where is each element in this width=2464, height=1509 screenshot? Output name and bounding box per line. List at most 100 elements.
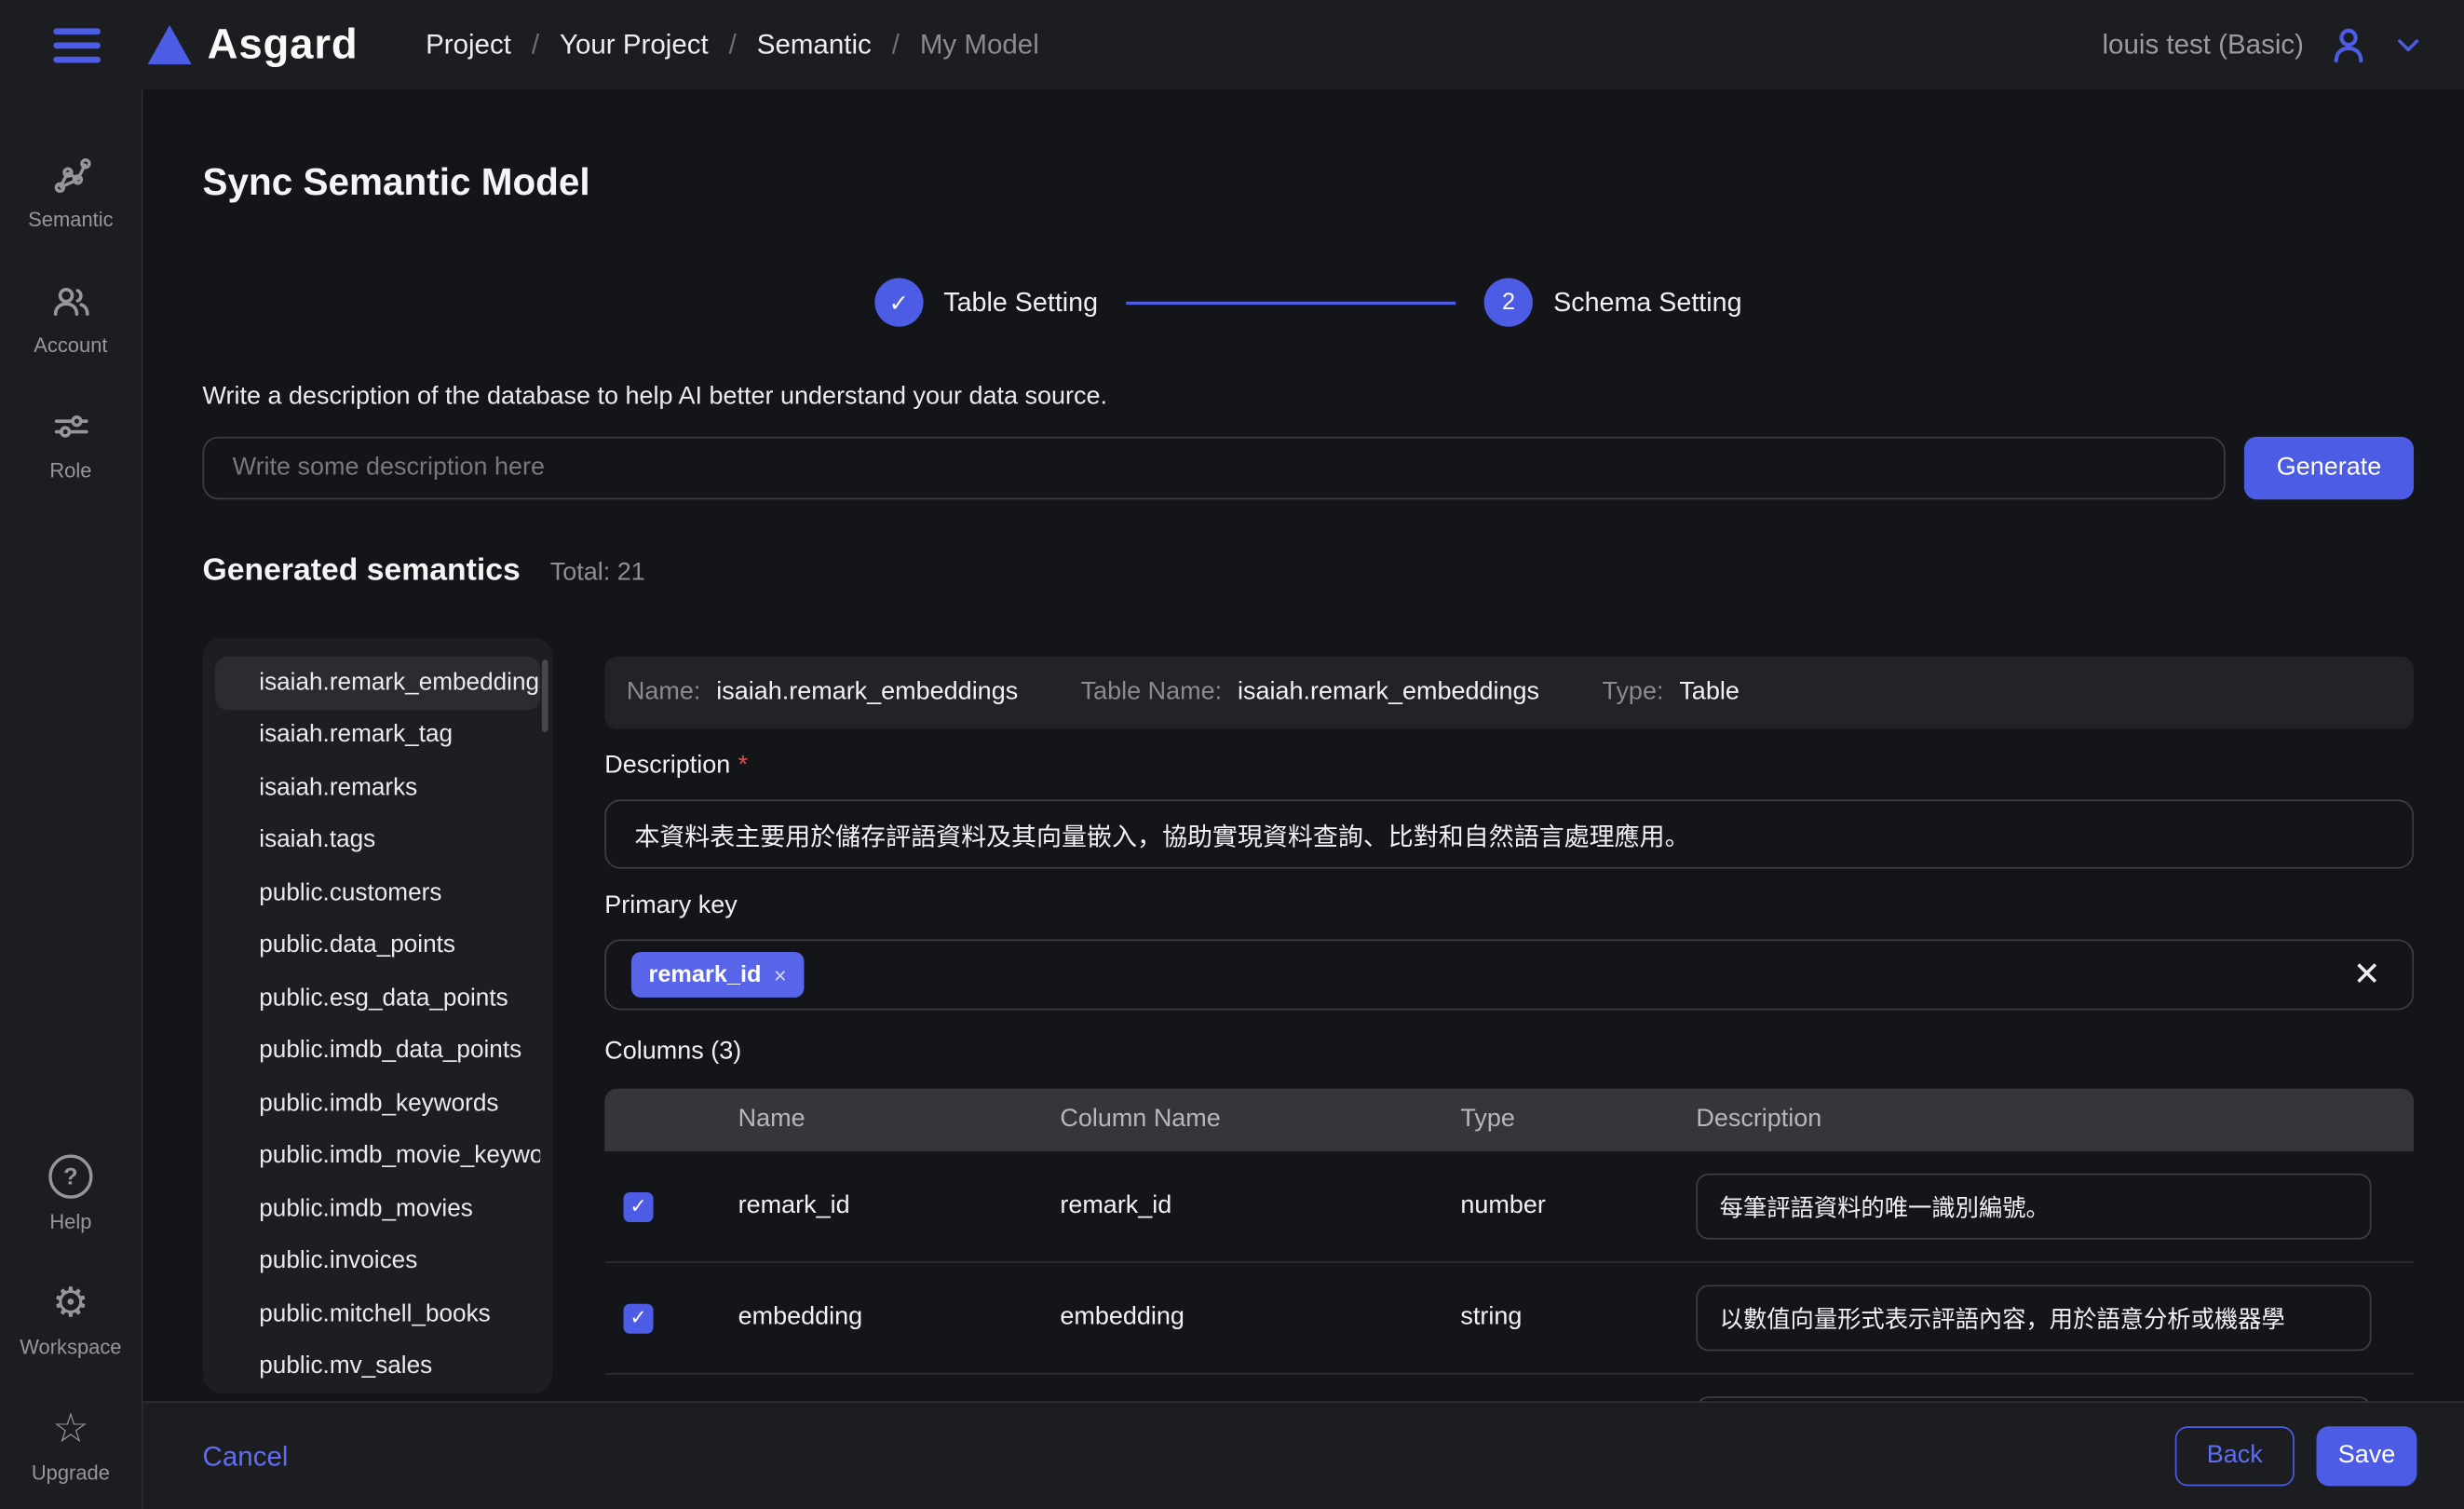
- save-button[interactable]: Save: [2316, 1426, 2417, 1486]
- table-name-value: isaiah.remark_embeddings: [1238, 679, 1539, 707]
- table-list-item[interactable]: isaiah.tags: [215, 814, 540, 866]
- gear-icon: ⚙: [52, 1280, 88, 1324]
- chip-label: remark_id: [648, 961, 761, 988]
- sidebar-top-group: Semantic Account Role: [0, 153, 142, 483]
- stepper: Table Setting 2 Schema Setting: [874, 278, 1741, 326]
- cell-column-name: remark_id: [1060, 1192, 1460, 1220]
- clear-field-icon[interactable]: ✕: [2353, 958, 2381, 991]
- generate-row: Generate: [203, 437, 2414, 499]
- column-description-input[interactable]: 以數值向量形式表示評語內容，用於語意分析或機器學: [1696, 1285, 2371, 1351]
- step-schema-setting[interactable]: 2 Schema Setting: [1484, 278, 1742, 326]
- table-name-label: Table Name:: [1081, 679, 1222, 707]
- step-number-badge: 2: [1484, 278, 1533, 326]
- generated-semantics-title: Generated semantics: [203, 553, 521, 590]
- page-title: Sync Semantic Model: [203, 162, 2414, 206]
- sidebar-item-semantic[interactable]: Semantic: [0, 153, 142, 231]
- star-icon: ☆: [52, 1406, 88, 1449]
- sidebar-item-label: Semantic: [28, 208, 113, 231]
- table-list-item[interactable]: public.customers: [215, 867, 540, 919]
- cancel-button[interactable]: Cancel: [203, 1440, 289, 1473]
- header-column-name: Column Name: [1060, 1106, 1460, 1134]
- sliders-icon: [49, 403, 92, 447]
- step-table-setting[interactable]: Table Setting: [874, 278, 1098, 326]
- breadcrumb-separator: /: [532, 28, 539, 61]
- sidebar-item-upgrade[interactable]: ☆ Upgrade: [0, 1406, 142, 1484]
- header-type: Type: [1460, 1106, 1696, 1134]
- sidebar-item-help[interactable]: ? Help: [0, 1155, 142, 1233]
- header-description: Description: [1696, 1106, 2414, 1134]
- sidebar-item-account[interactable]: Account: [0, 278, 142, 356]
- sidebar-item-workspace[interactable]: ⚙ Workspace: [0, 1280, 142, 1358]
- cell-column-name: embedding: [1060, 1304, 1460, 1332]
- row-checkbox[interactable]: [624, 1303, 654, 1333]
- question-circle-icon: ?: [48, 1155, 92, 1199]
- cell-name: remark_id: [738, 1192, 1061, 1220]
- sidebar-item-label: Account: [34, 333, 107, 357]
- table-list-item[interactable]: isaiah.remarks: [215, 762, 540, 814]
- list-scrollbar[interactable]: [542, 659, 548, 732]
- sidebar-item-role[interactable]: Role: [0, 403, 142, 482]
- person-icon[interactable]: [2327, 23, 2370, 66]
- type-value: Table: [1679, 679, 1740, 707]
- generated-semantics-heading: Generated semantics Total: 21: [203, 553, 2414, 590]
- table-row: embedding embedding string 以數值向量形式表示評語內容…: [604, 1261, 2414, 1373]
- sidebar-item-label: Help: [49, 1210, 91, 1233]
- columns-table-header: Name Column Name Type Description: [604, 1089, 2414, 1151]
- primary-key-chip[interactable]: remark_id ×: [631, 952, 804, 998]
- user-menu: louis test (Basic): [2102, 23, 2423, 66]
- table-list-item[interactable]: isaiah.remark_tag: [215, 709, 540, 761]
- bottom-action-bar: Cancel Back Save: [142, 1401, 2464, 1509]
- description-field-label: Description*: [604, 753, 2414, 781]
- app-window: Asgard Project / Your Project / Semantic…: [0, 0, 2464, 1509]
- table-list-item[interactable]: public.imdb_keywords: [215, 1078, 540, 1130]
- table-meta-band: Name: isaiah.remark_embeddings Table Nam…: [604, 657, 2414, 729]
- table-list-item[interactable]: public.imdb_movies: [215, 1183, 540, 1235]
- table-list-item[interactable]: isaiah.remark_embeddings: [215, 657, 540, 709]
- chevron-down-icon[interactable]: [2393, 30, 2423, 60]
- screen: Asgard Project / Your Project / Semantic…: [0, 0, 2464, 1509]
- columns-heading: Columns (3): [604, 1039, 2414, 1067]
- generate-button[interactable]: Generate: [2244, 437, 2414, 499]
- column-description-input[interactable]: 每筆評語資料的唯一識別編號。: [1696, 1174, 2371, 1240]
- total-count: Total: 21: [550, 559, 645, 587]
- cell-type: string: [1460, 1304, 1696, 1332]
- table-detail-panel: Name: isaiah.remark_embeddings Table Nam…: [604, 638, 2414, 1393]
- primary-key-field[interactable]: remark_id × ✕: [604, 939, 2414, 1010]
- cell-name: embedding: [738, 1304, 1061, 1332]
- description-prompt-text: Write a description of the database to h…: [203, 383, 2414, 411]
- breadcrumb-separator: /: [892, 28, 900, 61]
- row-checkbox[interactable]: [624, 1191, 654, 1221]
- top-bar: Asgard Project / Your Project / Semantic…: [0, 0, 2464, 89]
- table-list-item[interactable]: public.esg_data_points: [215, 972, 540, 1025]
- footer-buttons: Back Save: [2175, 1426, 2417, 1486]
- table-list-item[interactable]: public.imdb_data_points: [215, 1025, 540, 1077]
- step-done-check-icon: [874, 278, 923, 326]
- hamburger-menu-icon[interactable]: [53, 28, 101, 62]
- table-list-item[interactable]: public.data_points: [215, 919, 540, 972]
- primary-key-label: Primary key: [604, 892, 2414, 920]
- database-description-input[interactable]: [203, 437, 2226, 499]
- breadcrumb-project[interactable]: Project: [426, 28, 511, 61]
- people-icon: [49, 278, 92, 321]
- left-sidebar: Semantic Account Role: [0, 89, 142, 1509]
- table-list-item[interactable]: public.imdb_movie_keywords: [215, 1130, 540, 1182]
- chip-remove-icon[interactable]: ×: [774, 962, 787, 987]
- brand-name: Asgard: [208, 20, 359, 69]
- breadcrumb-semantic[interactable]: Semantic: [757, 28, 872, 61]
- step-label: Table Setting: [943, 287, 1098, 319]
- semantics-content: isaiah.remark_embeddings isaiah.remark_t…: [203, 638, 2414, 1393]
- table-row: remark_id remark_id number 每筆評語資料的唯一識別編號…: [604, 1151, 2414, 1261]
- breadcrumb-separator: /: [729, 28, 737, 61]
- back-button[interactable]: Back: [2175, 1426, 2295, 1486]
- table-list-item[interactable]: public.mv_sales: [215, 1340, 540, 1393]
- table-list-item[interactable]: public.invoices: [215, 1235, 540, 1287]
- header-name: Name: [738, 1106, 1061, 1134]
- sidebar-item-label: Upgrade: [32, 1461, 110, 1484]
- step-label: Schema Setting: [1553, 287, 1741, 319]
- sidebar-item-label: Workspace: [20, 1335, 121, 1358]
- main-content: Sync Semantic Model Table Setting 2 Sche…: [142, 89, 2464, 1509]
- table-description-input[interactable]: 本資料表主要用於儲存評語資料及其向量嵌入，協助實現資料查詢、比對和自然語言處理應…: [604, 799, 2414, 868]
- user-name: louis test (Basic): [2102, 28, 2303, 61]
- breadcrumb-your-project[interactable]: Your Project: [560, 28, 709, 61]
- table-list-item[interactable]: public.mitchell_books: [215, 1288, 540, 1340]
